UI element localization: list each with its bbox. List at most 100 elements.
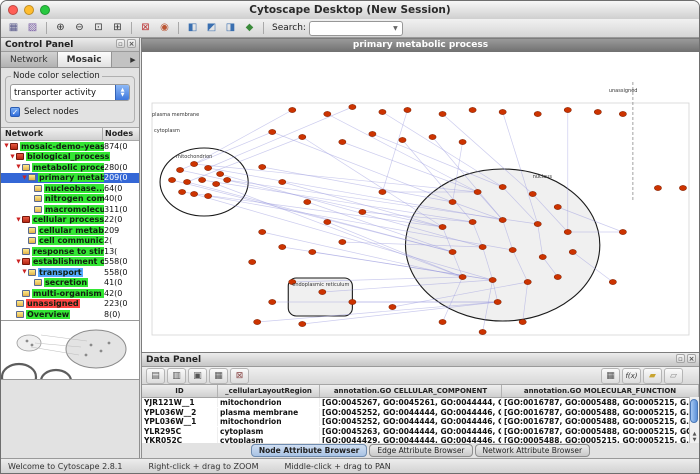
network-node[interactable] [524, 279, 531, 284]
network-node[interactable] [489, 277, 496, 282]
table-header-row[interactable]: ID_cellularLayoutRegionannotation.GO CEL… [142, 385, 699, 398]
column-header[interactable]: ID [142, 385, 218, 397]
network-node[interactable] [459, 274, 466, 279]
network-node[interactable] [534, 111, 541, 116]
tree-row[interactable]: ▼primary metab...209(0 [1, 173, 139, 184]
tree-header-network[interactable]: Network [1, 128, 102, 140]
expander-icon[interactable]: ▼ [15, 259, 22, 265]
network-node[interactable] [479, 244, 486, 249]
network-node[interactable] [429, 134, 436, 139]
expander-icon[interactable]: ▼ [3, 143, 10, 149]
destroy-network-icon[interactable]: ⊠ [137, 21, 154, 35]
network-node[interactable] [319, 289, 326, 294]
export-attributes-icon[interactable]: ▱ [664, 368, 683, 384]
color-attribute-dropdown[interactable]: transporter activity ▲▼ [10, 84, 130, 101]
network-node[interactable] [469, 219, 476, 224]
select-nodes-checkbox[interactable]: ✓ [10, 107, 20, 117]
zoom-out-icon[interactable]: ⊖ [71, 21, 88, 35]
network-node[interactable] [554, 204, 561, 209]
tab-mosaic[interactable]: Mosaic [58, 52, 112, 67]
column-header[interactable]: annotation.GO CELLULAR_COMPONENT [320, 385, 502, 397]
network-node[interactable] [168, 177, 175, 182]
network-node[interactable] [299, 134, 306, 139]
tab-network[interactable]: Network [1, 52, 58, 67]
attribute-copy-icon[interactable]: ▥ [167, 368, 186, 384]
network-canvas[interactable]: plasma membrane cytoplasm mitochondrion … [142, 52, 699, 352]
zoom-selected-region-icon[interactable]: ⊡ [90, 21, 107, 35]
network-node[interactable] [269, 299, 276, 304]
network-node[interactable] [349, 104, 356, 109]
expander-icon[interactable]: ▼ [21, 269, 28, 275]
tab-node-attribute-browser[interactable]: Node Attribute Browser [251, 444, 367, 457]
network-node[interactable] [479, 329, 486, 334]
tree-row[interactable]: secretion41(0 [1, 278, 139, 289]
network-node[interactable] [499, 109, 506, 114]
close-panel-icon[interactable]: × [127, 39, 136, 48]
network-node[interactable] [299, 321, 306, 326]
network-node[interactable] [399, 137, 406, 142]
search-dropdown-icon[interactable]: ▼ [390, 22, 401, 35]
network-node[interactable] [279, 244, 286, 249]
network-node[interactable] [269, 129, 276, 134]
network-node[interactable] [389, 304, 396, 309]
tree-row[interactable]: ▼establishment of l558(0 [1, 257, 139, 268]
table-row[interactable]: YLR295Ccytoplasm[GO:0045263, GO:0044444,… [142, 427, 699, 437]
network-node[interactable] [439, 319, 446, 324]
import-attributes-icon[interactable]: ▰ [643, 368, 662, 384]
tab-edge-attribute-browser[interactable]: Edge Attribute Browser [369, 444, 472, 457]
network-node[interactable] [324, 219, 331, 224]
zoom-in-icon[interactable]: ⊕ [52, 21, 69, 35]
network-node[interactable] [449, 249, 456, 254]
network-node[interactable] [474, 189, 481, 194]
tree-row[interactable]: multi-organism pro42(0 [1, 288, 139, 299]
close-panel-icon[interactable]: × [687, 354, 696, 363]
results-panel-toggle-icon[interactable]: ◨ [222, 21, 239, 35]
attribute-matrix-icon[interactable]: ▦ [601, 368, 620, 384]
network-node[interactable] [259, 229, 266, 234]
float-panel-icon[interactable]: ▫ [676, 354, 685, 363]
network-node[interactable] [259, 164, 266, 169]
tree-row[interactable]: nucleobase...64(0 [1, 183, 139, 194]
network-node[interactable] [176, 167, 183, 172]
network-node[interactable] [190, 191, 197, 196]
tree-row[interactable]: Overview8(0) [1, 309, 139, 320]
tree-row[interactable]: macromolecule...311(0 [1, 204, 139, 215]
network-node[interactable] [205, 165, 212, 170]
search-input[interactable] [310, 22, 391, 35]
network-node[interactable] [449, 199, 456, 204]
network-node[interactable] [213, 181, 220, 186]
network-node[interactable] [369, 131, 376, 136]
network-node[interactable] [439, 224, 446, 229]
network-node[interactable] [205, 193, 212, 198]
expander-icon[interactable]: ▼ [15, 217, 22, 223]
network-node[interactable] [339, 239, 346, 244]
network-view-title[interactable]: primary metabolic process [142, 39, 699, 52]
network-node[interactable] [679, 185, 686, 190]
network-node[interactable] [594, 109, 601, 114]
tree-row[interactable]: ▼mosaic-demo-yeast874(0 [1, 141, 139, 152]
network-node[interactable] [324, 111, 331, 116]
network-node[interactable] [494, 299, 501, 304]
network-node[interactable] [249, 259, 256, 264]
network-node[interactable] [569, 249, 576, 254]
control-panel-toggle-icon[interactable]: ◧ [184, 21, 201, 35]
vizmapper-icon[interactable]: ◆ [241, 21, 258, 35]
network-node[interactable] [289, 107, 296, 112]
network-node[interactable] [178, 189, 185, 194]
scrollbar-thumb[interactable] [690, 399, 698, 423]
network-canvas-svg[interactable]: plasma membrane cytoplasm mitochondrion … [142, 52, 699, 352]
window-titlebar[interactable]: Cytoscape Desktop (New Session) [1, 1, 699, 20]
network-node[interactable] [379, 109, 386, 114]
network-node[interactable] [564, 107, 571, 112]
table-scrollbar[interactable]: ▲▼ [689, 397, 699, 443]
network-node[interactable] [279, 179, 286, 184]
attribute-delete-icon[interactable]: ⊠ [230, 368, 249, 384]
tree-header[interactable]: Network Nodes [1, 127, 139, 141]
network-node[interactable] [217, 171, 224, 176]
network-node[interactable] [183, 179, 190, 184]
expander-icon[interactable]: ▼ [15, 164, 22, 170]
column-header[interactable]: _cellularLayoutRegion [218, 385, 320, 397]
data-panel-toggle-icon[interactable]: ◩ [203, 21, 220, 35]
network-node[interactable] [509, 247, 516, 252]
table-row[interactable]: YPL036W__2plasma membrane[GO:0045252, GO… [142, 408, 699, 418]
